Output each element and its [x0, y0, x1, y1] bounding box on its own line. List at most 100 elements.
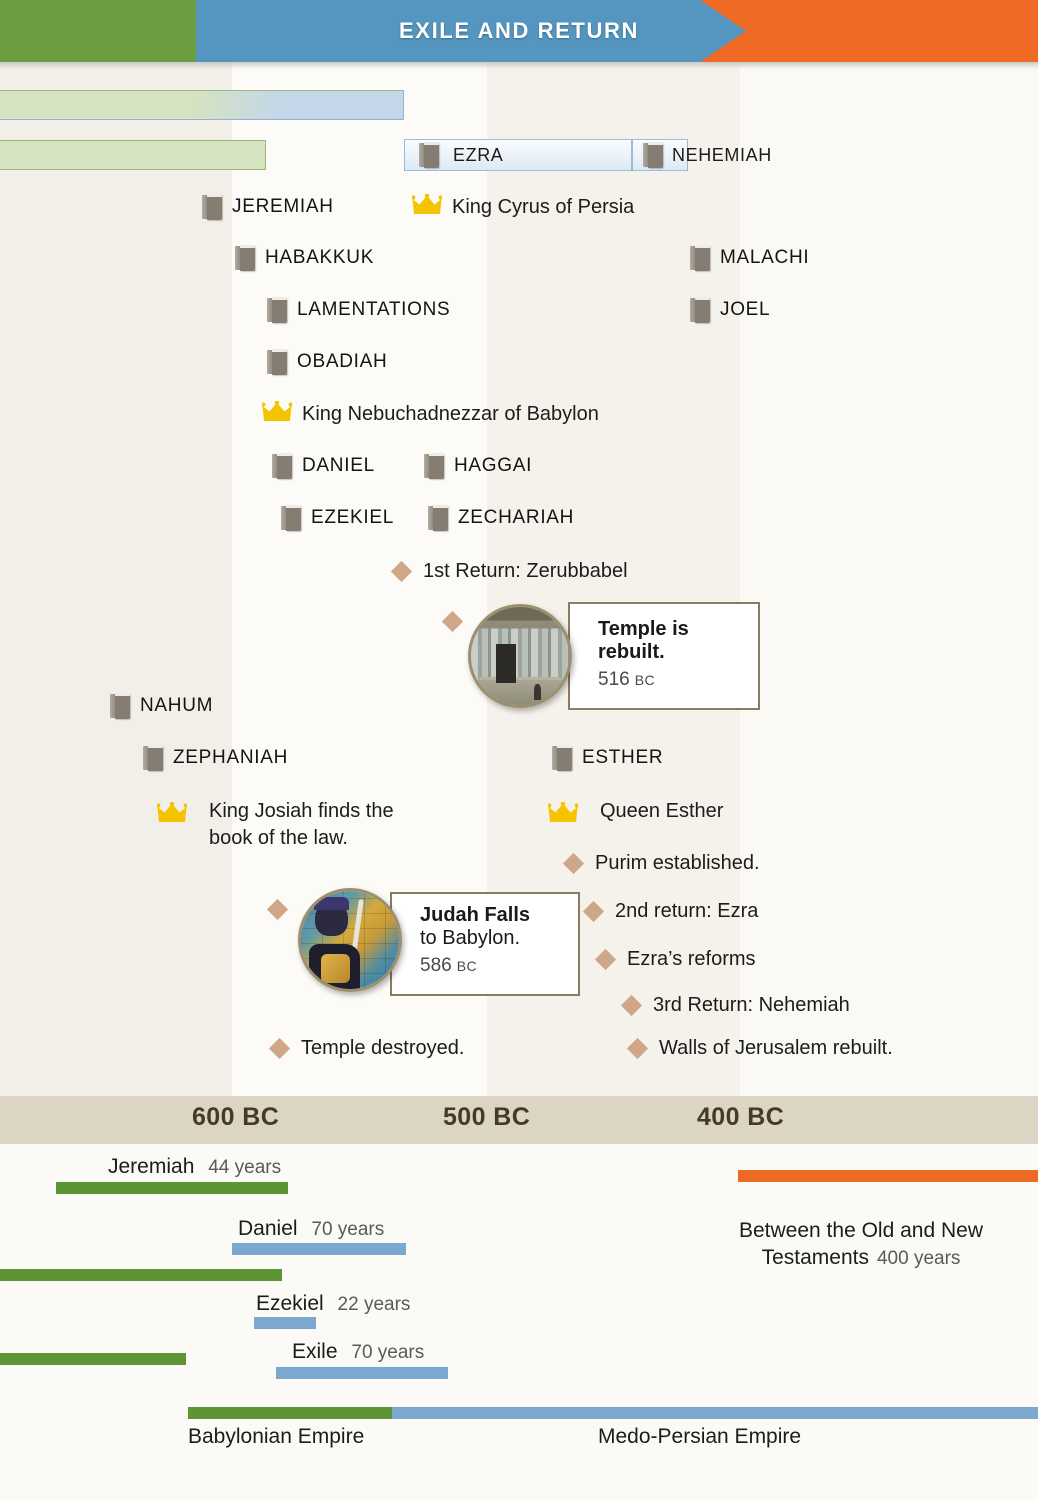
- gantt-bar-daniel: [232, 1243, 406, 1255]
- entry-lamentations[interactable]: LAMENTATIONS: [267, 297, 450, 323]
- entry-first-return[interactable]: 1st Return: Zerubbabel: [390, 558, 628, 585]
- crown-icon: [156, 801, 188, 824]
- diamond-icon: [268, 1037, 291, 1060]
- entry-zechariah[interactable]: ZECHARIAH: [428, 505, 574, 531]
- entry-label: ZEPHANIAH: [173, 747, 289, 768]
- gantt-bar-jeremiah: [56, 1182, 288, 1194]
- entry-label: ESTHER: [582, 747, 664, 768]
- book-icon: [272, 453, 292, 479]
- entry-label: 3rd Return: Nehemiah: [653, 994, 850, 1016]
- entry-king-nebuchadnezzar[interactable]: King Nebuchadnezzar of Babylon: [261, 400, 599, 428]
- empire-label-babylonian: Babylonian Empire: [188, 1425, 365, 1448]
- crown-icon: [411, 193, 443, 216]
- entry-joel[interactable]: JOEL: [690, 297, 770, 323]
- book-box-ezra[interactable]: EZRA: [404, 139, 632, 171]
- diamond-icon: [562, 852, 585, 875]
- era-bar-upper: [0, 90, 404, 120]
- gantt-label-between-testaments: Between the Old and New Testaments 400 ye…: [714, 1190, 1008, 1272]
- gantt-label-daniel: Daniel 70 years: [238, 1217, 384, 1241]
- entry-esther-book[interactable]: ESTHER: [552, 745, 663, 771]
- entry-label: JOEL: [720, 299, 771, 320]
- book-icon: [267, 349, 287, 375]
- callout-bold-line2: rebuilt.: [598, 641, 665, 663]
- book-icon: [428, 505, 448, 531]
- entry-habakkuk[interactable]: HABAKKUK: [235, 245, 374, 271]
- gantt-bar-exile: [276, 1367, 448, 1379]
- callout-era: BC: [456, 958, 478, 974]
- temple-photo: [468, 604, 572, 708]
- entry-label: HAGGAI: [454, 455, 533, 476]
- entry-king-cyrus[interactable]: King Cyrus of Persia: [411, 193, 634, 221]
- banner-shadow: [0, 62, 1038, 69]
- diamond-icon: [594, 948, 617, 971]
- diamond-icon: [582, 900, 605, 923]
- entry-malachi[interactable]: MALACHI: [690, 245, 809, 271]
- page-title: EXILE AND RETURN: [399, 18, 639, 43]
- entry-label: EZEKIEL: [311, 507, 395, 528]
- gantt-bar-ezekiel: [254, 1317, 316, 1329]
- book-box-ezra-label: EZRA: [453, 144, 504, 165]
- axis-tick-500bc: 500 BC: [443, 1103, 531, 1131]
- crown-icon: [261, 400, 293, 423]
- entry-nahum[interactable]: NAHUM: [110, 693, 213, 719]
- callout-date: 586 BC: [420, 954, 580, 978]
- diamond-icon: [266, 898, 289, 921]
- empire-label-medo-persian: Medo-Persian Empire: [598, 1425, 802, 1448]
- entry-third-return[interactable]: 3rd Return: Nehemiah: [620, 992, 850, 1019]
- entry-walls-rebuilt[interactable]: Walls of Jerusalem rebuilt.: [626, 1035, 893, 1062]
- callout-year: 516: [598, 669, 630, 690]
- book-icon: [143, 745, 163, 771]
- callout-year: 586: [420, 955, 452, 976]
- gantt-name: Ezekiel: [256, 1292, 324, 1315]
- gantt-name: Exile: [292, 1340, 338, 1363]
- entry-haggai[interactable]: HAGGAI: [424, 453, 532, 479]
- book-icon: [281, 505, 301, 531]
- gantt-years: 44 years: [208, 1157, 282, 1178]
- gantt-years: 400 years: [876, 1248, 961, 1269]
- entry-label: Purim established.: [595, 852, 760, 874]
- entry-king-josiah[interactable]: King Josiah finds the book of the law.: [156, 798, 394, 852]
- book-icon: [419, 142, 439, 168]
- entry-label: King Nebuchadnezzar of Babylon: [302, 403, 599, 425]
- entry-label: ZECHARIAH: [458, 507, 575, 528]
- entry-label: MALACHI: [720, 247, 810, 268]
- entry-label: LAMENTATIONS: [297, 299, 451, 320]
- entry-purim[interactable]: Purim established.: [562, 850, 760, 877]
- entry-obadiah[interactable]: OBADIAH: [267, 349, 387, 375]
- book-icon: [424, 453, 444, 479]
- entry-label: HABAKKUK: [265, 247, 375, 268]
- gantt-years: 70 years: [311, 1219, 385, 1240]
- entry-daniel[interactable]: DANIEL: [272, 453, 375, 479]
- callout-temple-rebuilt[interactable]: Temple is rebuilt. 516 BC: [440, 600, 760, 720]
- era-bar-lower: [0, 140, 266, 170]
- entry-ezekiel[interactable]: EZEKIEL: [281, 505, 394, 531]
- babylon-mosaic-photo: [298, 888, 402, 992]
- axis-tick-600bc: 600 BC: [192, 1103, 280, 1131]
- crown-icon: [547, 801, 579, 824]
- gantt-label-exile: Exile 70 years: [292, 1340, 424, 1364]
- entry-jeremiah[interactable]: JEREMIAH: [202, 194, 334, 220]
- entry-temple-destroyed[interactable]: Temple destroyed.: [268, 1035, 464, 1062]
- entry-queen-esther[interactable]: Queen Esther: [547, 798, 723, 825]
- gantt-years: 70 years: [351, 1342, 425, 1363]
- callout-bold-line1: Judah Falls: [420, 904, 531, 926]
- callout-text: Judah Falls to Babylon. 586 BC: [420, 904, 580, 978]
- entry-label: Ezra’s reforms: [627, 948, 756, 970]
- entry-label: NAHUM: [140, 695, 214, 716]
- book-icon: [267, 297, 287, 323]
- book-box-nehemiah-label: NEHEMIAH: [672, 145, 772, 165]
- callout-text: Temple is rebuilt. 516 BC: [598, 618, 758, 692]
- entry-second-return[interactable]: 2nd return: Ezra: [582, 898, 759, 925]
- book-icon: [690, 297, 710, 323]
- entry-label: 2nd return: Ezra: [615, 900, 759, 922]
- entry-zephaniah[interactable]: ZEPHANIAH: [143, 745, 288, 771]
- gantt-name: Jeremiah: [108, 1155, 195, 1178]
- callout-date: 516 BC: [598, 668, 758, 692]
- entry-label: JEREMIAH: [232, 196, 334, 217]
- callout-judah-falls[interactable]: Judah Falls to Babylon. 586 BC: [266, 888, 580, 1008]
- empire-bar-babylonian: [188, 1407, 392, 1419]
- entry-ezra-reforms[interactable]: Ezra’s reforms: [594, 946, 756, 973]
- gantt-bar-green-2: [0, 1269, 282, 1281]
- book-icon: [202, 194, 222, 220]
- timeline-infographic: EXILE AND RETURN EZRA NEHEMIAH JEREMIAH …: [0, 0, 1038, 1500]
